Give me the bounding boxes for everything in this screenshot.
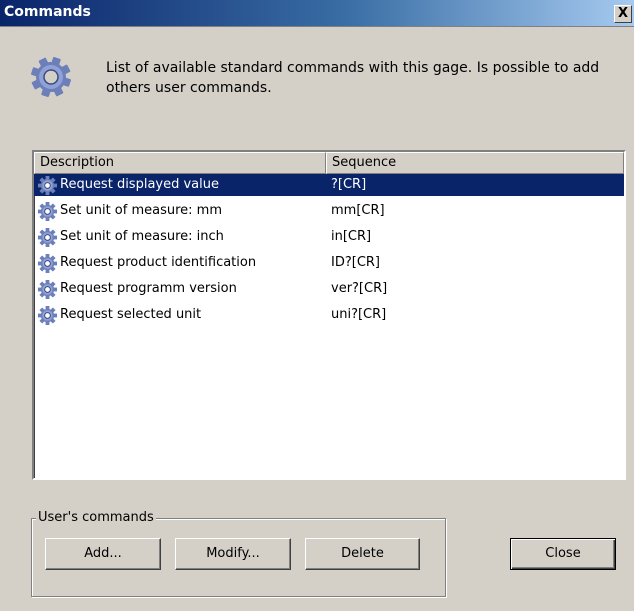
row-sequence: ID?[CR] (331, 255, 380, 270)
row-sequence: mm[CR] (331, 203, 385, 218)
row-description: Request programm version (60, 281, 237, 296)
row-sequence: ver?[CR] (331, 281, 388, 296)
description-text: List of available standard commands with… (106, 60, 600, 96)
column-header-sequence[interactable]: Sequence (326, 152, 624, 174)
delete-button[interactable]: Delete (305, 538, 420, 570)
gear-icon (38, 202, 57, 221)
commands-list[interactable]: Description Sequence Request displayed v… (32, 150, 626, 480)
row-sequence: uni?[CR] (331, 307, 387, 322)
row-description: Request selected unit (60, 307, 202, 322)
row-sequence: in[CR] (331, 229, 372, 244)
list-item[interactable]: Request displayed value ?[CR] (34, 174, 624, 196)
modify-button[interactable]: Modify... (175, 538, 291, 570)
list-item[interactable]: Set unit of measure: inch in[CR] (34, 226, 624, 248)
column-header-description[interactable]: Description (34, 152, 326, 174)
row-description: Request displayed value (60, 177, 219, 192)
gear-icon (38, 176, 57, 195)
list-item[interactable]: Set unit of measure: mm mm[CR] (34, 200, 624, 222)
list-item[interactable]: Request programm version ver?[CR] (34, 278, 624, 300)
list-item[interactable]: Request product identification ID?[CR] (34, 252, 624, 274)
row-description: Request product identification (60, 255, 257, 270)
add-button[interactable]: Add... (45, 538, 161, 570)
title-bar: Commands X (0, 0, 634, 27)
gear-icon (38, 280, 57, 299)
users-commands-label: User's commands (36, 510, 156, 525)
row-description: Set unit of measure: mm (60, 203, 222, 218)
row-description: Set unit of measure: inch (60, 229, 224, 244)
list-header: Description Sequence (34, 152, 624, 174)
gear-icon (31, 57, 71, 97)
close-button[interactable]: Close (510, 538, 616, 570)
window-close-button[interactable]: X (614, 5, 632, 23)
list-item[interactable]: Request selected unit uni?[CR] (34, 304, 624, 326)
gear-icon (38, 254, 57, 273)
window-title: Commands (4, 4, 91, 20)
gear-icon (38, 228, 57, 247)
row-sequence: ?[CR] (331, 177, 367, 192)
gear-icon (38, 306, 57, 325)
